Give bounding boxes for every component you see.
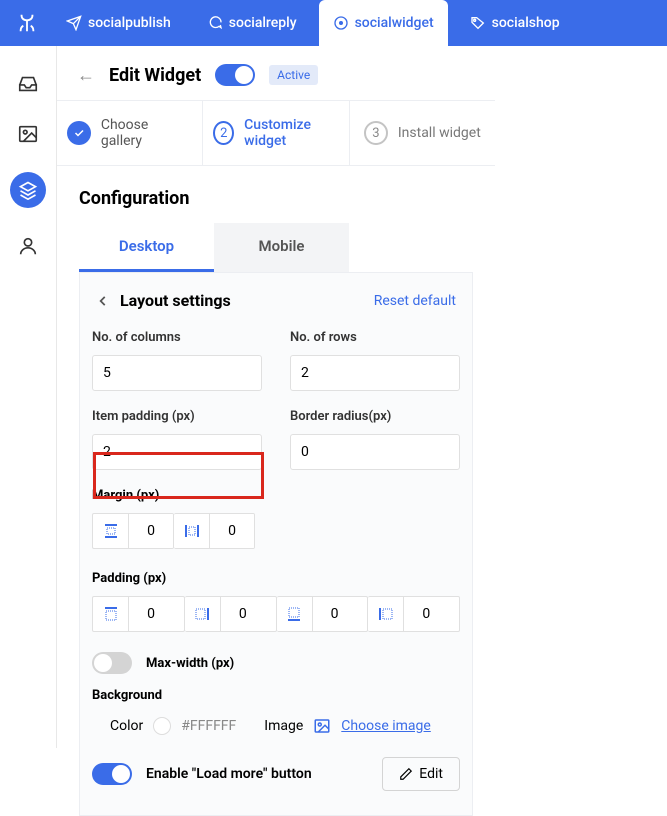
step-customize-widget[interactable]: 2 Customize widget <box>203 101 349 165</box>
padding-right-icon <box>185 597 221 631</box>
margin-vertical-icon <box>93 514 129 548</box>
background-label: Background <box>92 688 460 703</box>
edit-button-label: Edit <box>419 766 443 782</box>
step-label: Customize widget <box>244 117 338 149</box>
step-label: Choose gallery <box>101 117 193 149</box>
bg-color-value: #FFFFFF <box>181 718 236 734</box>
margin-label: Margin (px) <box>92 488 460 503</box>
padding-top-input[interactable] <box>129 597 173 631</box>
paper-plane-icon <box>66 15 82 31</box>
device-tabs: Desktop Mobile <box>57 223 495 272</box>
padding-inputs <box>92 596 460 632</box>
bg-color-label: Color <box>110 718 143 734</box>
choose-image-link[interactable]: Choose image <box>341 718 431 734</box>
border-radius-label: Border radius(px) <box>290 409 460 424</box>
section-title: Configuration <box>57 166 495 223</box>
step-choose-gallery[interactable]: Choose gallery <box>57 101 203 165</box>
item-padding-label: Item padding (px) <box>92 409 262 424</box>
back-arrow-icon[interactable]: ← <box>77 65 95 86</box>
loadmore-toggle[interactable] <box>92 763 132 785</box>
pencil-icon <box>399 767 413 781</box>
nav-socialshop[interactable]: socialshop <box>456 0 574 46</box>
step-bar: Choose gallery 2 Customize widget 3 Instal… <box>57 100 495 166</box>
app-logo-icon <box>16 12 38 34</box>
page-title: Edit Widget <box>109 65 201 86</box>
maxwidth-label: Max-width (px) <box>146 656 234 671</box>
image-icon <box>313 717 331 735</box>
padding-label: Padding (px) <box>92 571 460 586</box>
side-rail <box>0 46 56 748</box>
step-number: 3 <box>364 121 388 145</box>
nav-socialpublish[interactable]: socialpublish <box>52 0 185 46</box>
user-icon[interactable] <box>16 234 40 258</box>
rows-label: No. of rows <box>290 330 460 345</box>
nav-label: socialreply <box>229 15 297 31</box>
status-badge: Active <box>269 65 318 85</box>
color-swatch[interactable] <box>153 717 171 735</box>
margin-horizontal-icon <box>174 514 210 548</box>
page: ← Edit Widget Active Choose gallery 2 Cus… <box>56 46 495 748</box>
layout-panel: Layout settings Reset default No. of col… <box>79 272 473 816</box>
tag-icon <box>470 15 486 31</box>
margin-inputs <box>92 513 460 549</box>
columns-label: No. of columns <box>92 330 262 345</box>
item-padding-input[interactable] <box>92 434 262 470</box>
nav-socialreply[interactable]: socialreply <box>193 0 311 46</box>
nav-socialwidget[interactable]: socialwidget <box>319 0 448 46</box>
padding-right-input[interactable] <box>221 597 265 631</box>
step-number: 2 <box>213 121 234 145</box>
image-icon[interactable] <box>16 122 40 146</box>
layers-icon[interactable] <box>10 172 46 208</box>
bg-image-label: Image <box>264 718 303 734</box>
border-radius-input[interactable] <box>290 434 460 470</box>
nav-label: socialshop <box>492 15 560 31</box>
padding-top-icon <box>93 597 129 631</box>
step-label: Install widget <box>398 125 481 141</box>
padding-bottom-input[interactable] <box>313 597 357 631</box>
padding-bottom-icon <box>277 597 313 631</box>
tab-desktop[interactable]: Desktop <box>79 223 214 272</box>
reply-icon <box>207 15 223 31</box>
nav-label: socialpublish <box>88 15 171 31</box>
rows-input[interactable] <box>290 355 460 391</box>
nav-label: socialwidget <box>355 15 434 31</box>
inbox-icon[interactable] <box>16 72 40 96</box>
reset-default-link[interactable]: Reset default <box>374 293 456 309</box>
margin-vertical-input[interactable] <box>129 514 173 548</box>
check-icon <box>67 121 91 145</box>
padding-left-input[interactable] <box>404 597 448 631</box>
active-toggle[interactable] <box>215 64 255 86</box>
maxwidth-toggle[interactable] <box>92 652 132 674</box>
margin-horizontal-input[interactable] <box>210 514 254 548</box>
top-nav: socialpublish socialreply socialwidget s… <box>0 0 667 46</box>
panel-title: Layout settings <box>120 291 231 310</box>
step-install-widget[interactable]: 3 Install widget <box>350 101 495 165</box>
padding-left-icon <box>368 597 404 631</box>
title-bar: ← Edit Widget Active <box>57 46 495 100</box>
chevron-left-icon[interactable] <box>96 294 110 308</box>
loadmore-label: Enable "Load more" button <box>146 766 312 782</box>
widget-icon <box>333 15 349 31</box>
edit-button[interactable]: Edit <box>382 757 460 791</box>
tab-mobile[interactable]: Mobile <box>214 223 349 272</box>
columns-input[interactable] <box>92 355 262 391</box>
